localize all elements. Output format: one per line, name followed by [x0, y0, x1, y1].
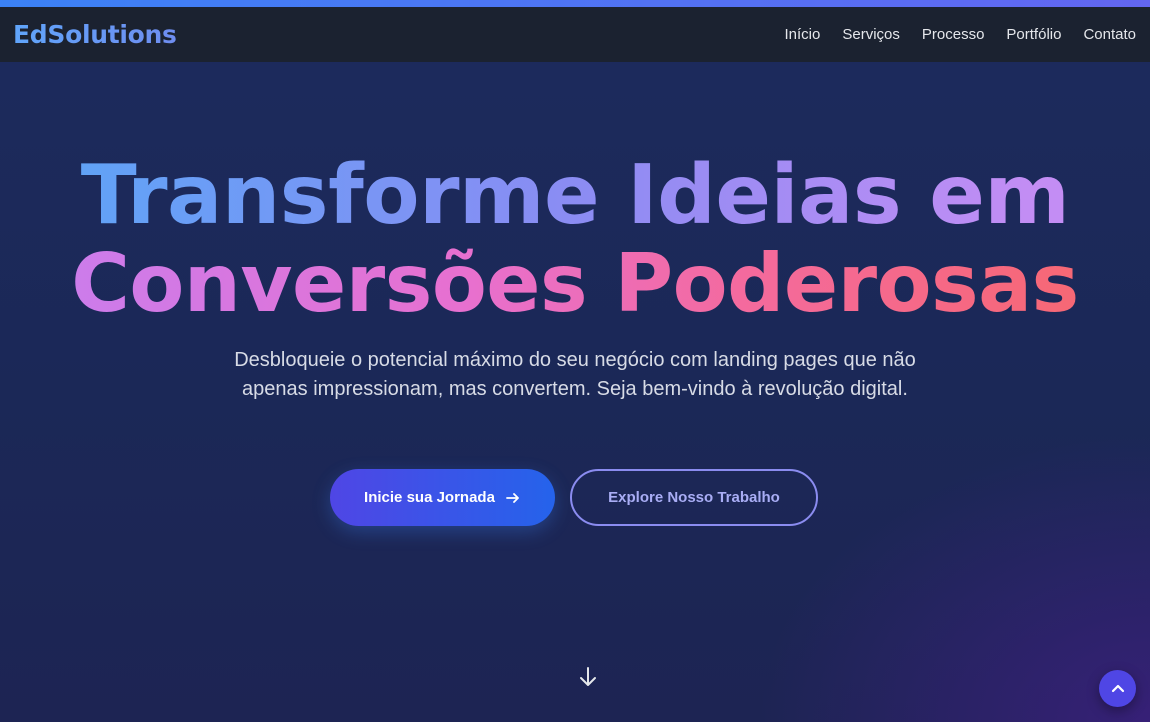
nav-link-contato[interactable]: Contato: [1083, 26, 1136, 43]
hero-headline-line1: Transforme Ideias em: [0, 152, 1150, 240]
brand-logo[interactable]: EdSolutions: [13, 20, 177, 49]
nav-links: Início Serviços Processo Portfólio Conta…: [785, 26, 1137, 43]
nav-link-portfolio[interactable]: Portfólio: [1006, 26, 1061, 43]
hero-headline-line2: Conversões Poderosas: [0, 240, 1150, 328]
arrow-right-icon: [506, 492, 519, 503]
chevron-up-icon: [1111, 684, 1124, 692]
start-journey-button[interactable]: Inicie sua Jornada: [330, 469, 555, 526]
top-accent-bar: [0, 0, 1150, 7]
nav-link-servicos[interactable]: Serviços: [842, 26, 900, 43]
nav-link-processo[interactable]: Processo: [922, 26, 985, 43]
hero-subtitle: Desbloqueie o potencial máximo do seu ne…: [234, 349, 916, 400]
back-to-top-button[interactable]: [1099, 670, 1136, 707]
hero-section: Transforme Ideias em Conversões Poderosa…: [0, 62, 1150, 722]
arrow-down-icon: [580, 667, 596, 686]
explore-work-button[interactable]: Explore Nosso Trabalho: [570, 469, 818, 526]
navbar: EdSolutions Início Serviços Processo Por…: [0, 7, 1150, 62]
start-journey-label: Inicie sua Jornada: [364, 489, 495, 506]
scroll-down-button[interactable]: [576, 665, 600, 689]
explore-work-label: Explore Nosso Trabalho: [608, 489, 780, 506]
nav-link-inicio[interactable]: Início: [785, 26, 821, 43]
